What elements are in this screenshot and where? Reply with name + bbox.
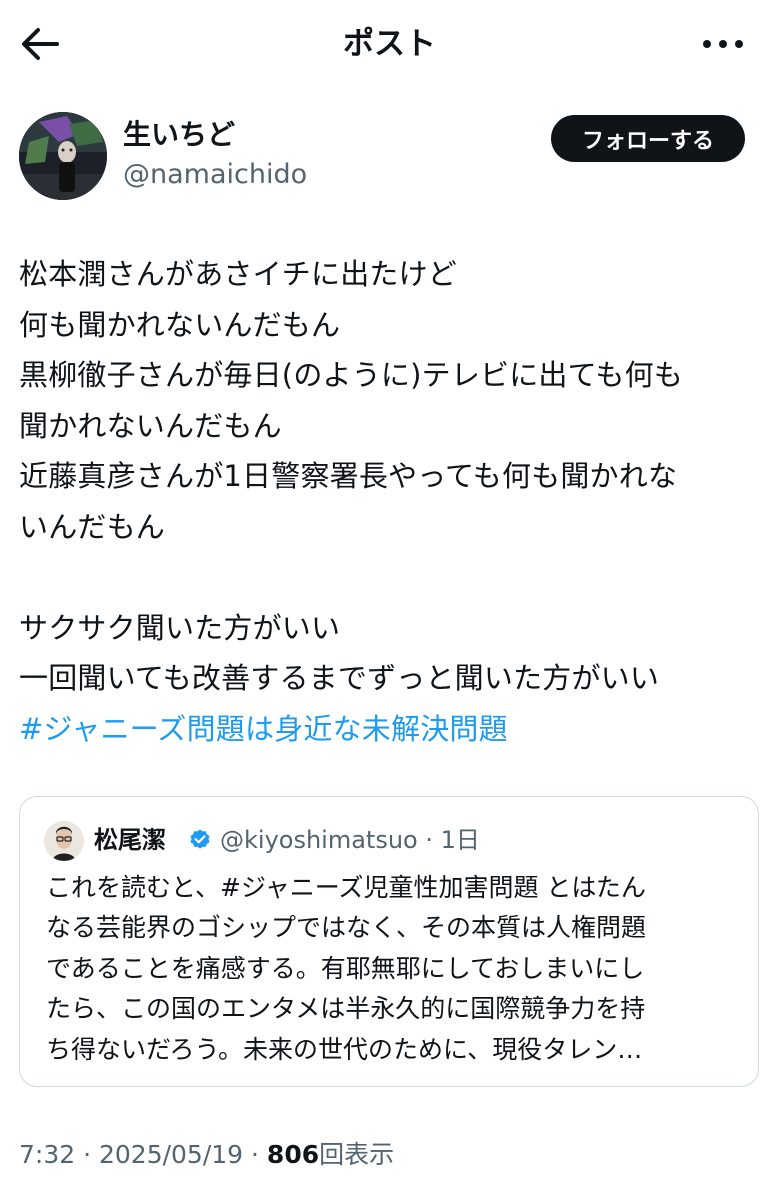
author-handle: @namaichido bbox=[123, 159, 308, 190]
post-timestamp: 7:32 · 2025/05/19 · bbox=[19, 1140, 267, 1169]
author-name[interactable]: 生いちど bbox=[123, 117, 235, 153]
post-line: サクサク聞いた方がいい bbox=[19, 610, 341, 645]
quote-text: これを読むと、#ジャニーズ児童性加害問題 とはたん なる芸能界のゴシップではなく… bbox=[46, 868, 741, 1070]
view-label: 回表示 bbox=[319, 1140, 395, 1169]
verified-badge-icon bbox=[190, 829, 210, 849]
post-meta: 7:32 · 2025/05/19 · 806回表示 bbox=[19, 1137, 394, 1173]
top-bar: ポスト bbox=[0, 0, 779, 90]
quote-author-avatar bbox=[44, 821, 84, 861]
quote-line: これを読むと、#ジャニーズ児童性加害問題 とはたん bbox=[46, 873, 646, 902]
quoted-post-card[interactable]: 松尾潔 @kiyoshimatsuo · 1日 これを読むと、#ジャニーズ児童性… bbox=[19, 796, 759, 1087]
quote-author-handle: @kiyoshimatsuo · 1日 bbox=[220, 826, 480, 854]
post-text: 松本潤さんがあさイチに出たけど 何も聞かれないんだもん 黒柳徹子さんが毎日(のよ… bbox=[19, 249, 764, 754]
more-horizontal-icon bbox=[703, 40, 743, 48]
post-line: 黒柳徹子さんが毎日(のように)テレビに出ても何も bbox=[19, 358, 683, 392]
more-options-button[interactable] bbox=[700, 26, 746, 62]
post-line: 松本潤さんがあさイチに出たけど bbox=[19, 257, 458, 291]
quote-line: ち得ないだろう。未来の世代のために、現役タレン… bbox=[46, 1034, 643, 1064]
page-title: ポスト bbox=[343, 26, 436, 62]
quote-line: であることを痛感する。有耶無耶にしておしまいにし bbox=[46, 953, 645, 983]
view-count: 806 bbox=[266, 1140, 320, 1169]
post-line: 近藤真彦さんが1日警察署長やっても何も聞かれな bbox=[19, 459, 678, 493]
author-avatar[interactable] bbox=[19, 112, 107, 200]
follow-button[interactable]: フォローする bbox=[551, 115, 745, 162]
quote-line: なる芸能界のゴシップではなく、その本質は人権問題 bbox=[46, 913, 647, 943]
quote-author-name: 松尾潔 bbox=[94, 826, 166, 854]
quote-line: たら、この国のエンタメは半永久的に国際競争力を持 bbox=[46, 994, 646, 1024]
post-line: いんだもん bbox=[19, 509, 166, 544]
post-line: 聞かれないんだもん bbox=[19, 408, 282, 443]
post-blank-line bbox=[19, 552, 764, 603]
hashtag-link[interactable]: #ジャニーズ問題は身近な未解決問題 bbox=[19, 704, 764, 755]
post-line: 一回聞いても改善するまでずっと聞いた方がいい bbox=[19, 661, 660, 695]
post-line: 何も聞かれないんだもん bbox=[19, 307, 341, 342]
